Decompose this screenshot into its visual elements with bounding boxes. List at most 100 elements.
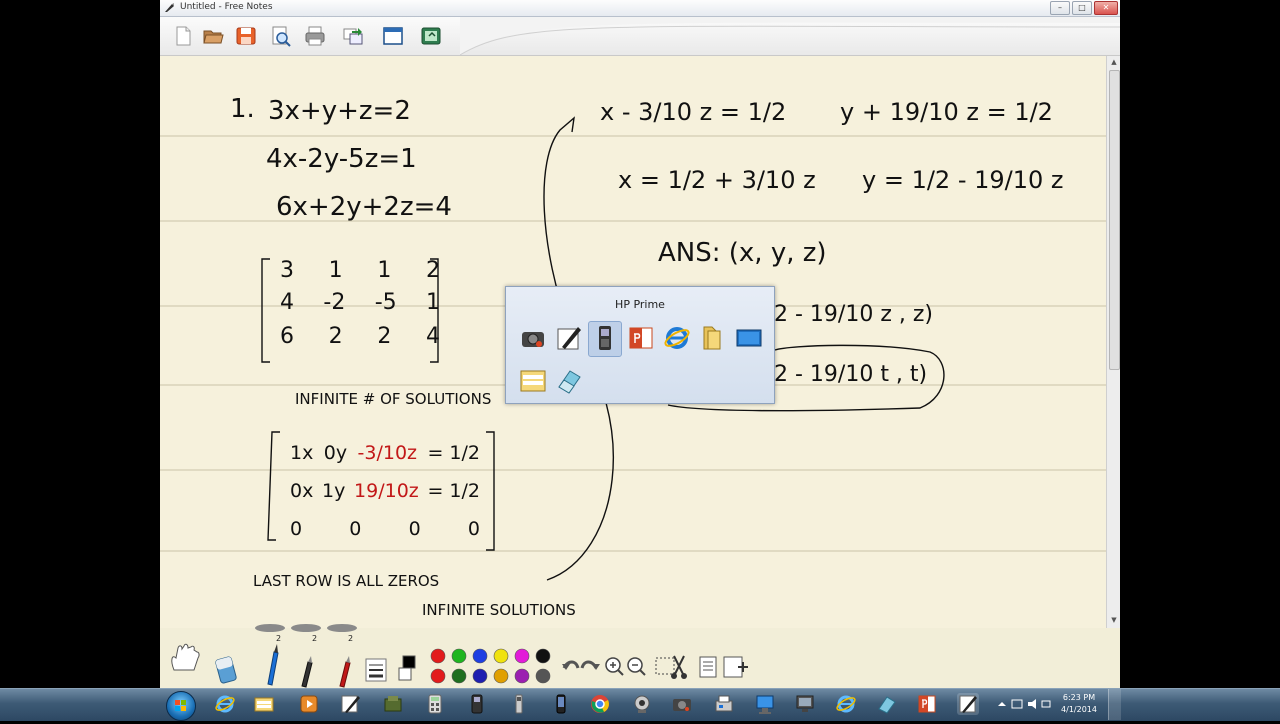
reduced-matrix: 1x 0y -3/10z = 1/2 0x 1y 19/10z = 1/2 0 0 0 0 [290,442,480,556]
popup-title: HP Prime [615,298,665,311]
note-last-row: LAST ROW IS ALL ZEROS [253,572,440,590]
fax-icon[interactable] [713,693,735,715]
window-icon[interactable] [382,25,404,47]
line-style-icon[interactable] [365,658,387,682]
color-swatch[interactable] [451,648,467,664]
powerpoint-icon[interactable] [916,693,938,715]
eraser-tool-icon[interactable] [212,652,242,686]
pen-icon[interactable] [340,693,362,715]
taskbar-clock[interactable]: 6:23 PM 4/1/2014 [1054,692,1104,716]
pen-width-label: 2 [312,634,318,643]
eraser-app-icon[interactable] [554,365,584,395]
print-preview-icon[interactable] [270,25,292,47]
color-swatch[interactable] [493,668,509,684]
scroll-up-arrow-icon[interactable]: ▲ [1109,58,1119,68]
powerpoint-icon[interactable] [626,323,656,353]
matrix-cell: -5 [374,290,397,315]
scroll-thumb[interactable] [1109,70,1120,370]
maximize-button[interactable]: □ [1072,1,1092,15]
matrix-cell: 0 [290,518,303,540]
folder-icon[interactable] [698,323,728,353]
vertical-scrollbar[interactable]: ▲ ▼ [1106,56,1120,628]
hp-prime-icon[interactable] [466,693,488,715]
color-swatch[interactable] [535,648,551,664]
minimize-button[interactable]: – [1050,1,1070,15]
note-answer-row-1: 2 - 19/10 z , z) [774,302,933,327]
free-notes-icon[interactable] [957,693,979,715]
color-swatch[interactable] [514,668,530,684]
internet-explorer-icon[interactable] [214,693,236,715]
matrix-cell: = 1/2 [427,480,480,502]
tools-icon[interactable] [382,693,404,715]
blue-pen-tool-icon[interactable] [258,642,284,688]
hp-prime-window-switcher: HP Prime [505,286,775,404]
color-swatch[interactable] [493,648,509,664]
color-swatch[interactable] [430,668,446,684]
red-pen-tool-icon[interactable] [332,656,358,688]
augmented-matrix: 3 1 1 2 4 -2 -5 1 6 2 2 4 [280,258,440,356]
print-icon[interactable] [304,25,326,47]
windows-explorer-icon[interactable] [253,693,275,715]
tray-volume-icon[interactable] [1028,699,1036,709]
pen-app-icon[interactable] [554,323,584,353]
color-swatch[interactable] [472,668,488,684]
select-cut-icon[interactable] [654,654,690,680]
matrix-cell: 1x [290,442,314,464]
pen-width-tabs [255,624,357,632]
color-swatch[interactable] [535,668,551,684]
camera-app-icon[interactable] [518,323,548,353]
export-icon[interactable] [342,25,364,47]
internet-explorer-icon[interactable] [835,693,857,715]
undo-redo-icon[interactable] [560,656,600,678]
tray-network-icon[interactable] [1011,699,1023,709]
tray-expand-icon[interactable] [998,702,1006,706]
windows-logo-icon [175,700,186,711]
internet-explorer-icon[interactable] [662,323,692,353]
phone-icon[interactable] [550,693,572,715]
desktop-icon[interactable] [734,323,764,353]
matrix-cell: 2 [425,258,440,283]
new-file-icon[interactable] [172,25,194,47]
color-swatch[interactable] [430,648,446,664]
color-swatch[interactable] [514,648,530,664]
hand-tool-icon[interactable] [166,640,206,680]
matrix-cell: -3/10z [357,442,418,464]
usb-device-icon[interactable] [508,693,530,715]
scroll-down-arrow-icon[interactable]: ▼ [1109,616,1119,626]
eraser-icon[interactable] [876,693,898,715]
network-icon[interactable] [754,693,776,715]
close-button[interactable]: ✕ [1094,1,1118,15]
note-infinite-solutions: INFINITE SOLUTIONS [422,601,576,619]
note-problem-number: 1. [230,94,255,124]
matrix-cell: 1 [377,258,392,283]
note-equation-1: 3x+y+z=2 [268,96,411,126]
tray-power-icon[interactable] [1041,700,1051,708]
show-desktop-button[interactable] [1108,689,1121,720]
note-answer-row-2: 2 - 19/10 t , t) [774,362,928,387]
media-player-icon[interactable] [298,693,320,715]
webcam-icon[interactable] [631,693,653,715]
chrome-icon[interactable] [589,693,611,715]
color-palette[interactable] [428,648,552,686]
color-swatch[interactable] [472,648,488,664]
start-button[interactable] [166,691,196,721]
selected-window-highlight[interactable] [588,321,622,357]
hp-prime-icon [599,326,611,350]
page-tools-icon[interactable] [698,654,750,680]
calculator-icon[interactable] [424,693,446,715]
matrix-row: 0x 1y 19/10z = 1/2 [290,480,480,518]
screen-capture-icon[interactable] [420,25,442,47]
matrix-row: 0 0 0 0 [290,518,480,556]
open-folder-icon[interactable] [202,25,224,47]
matrix-cell: 1 [328,258,343,283]
file-manager-icon[interactable] [518,365,548,395]
color-swatch-icon[interactable] [398,654,418,684]
color-swatch[interactable] [451,668,467,684]
black-pen-tool-icon[interactable] [294,656,320,688]
camera-icon[interactable] [671,693,693,715]
matrix-cell: 2 [328,324,343,349]
save-icon[interactable] [235,25,257,47]
note-infinite: INFINITE # OF SOLUTIONS [295,390,492,408]
monitor-icon[interactable] [794,693,816,715]
zoom-icons[interactable] [604,656,648,678]
